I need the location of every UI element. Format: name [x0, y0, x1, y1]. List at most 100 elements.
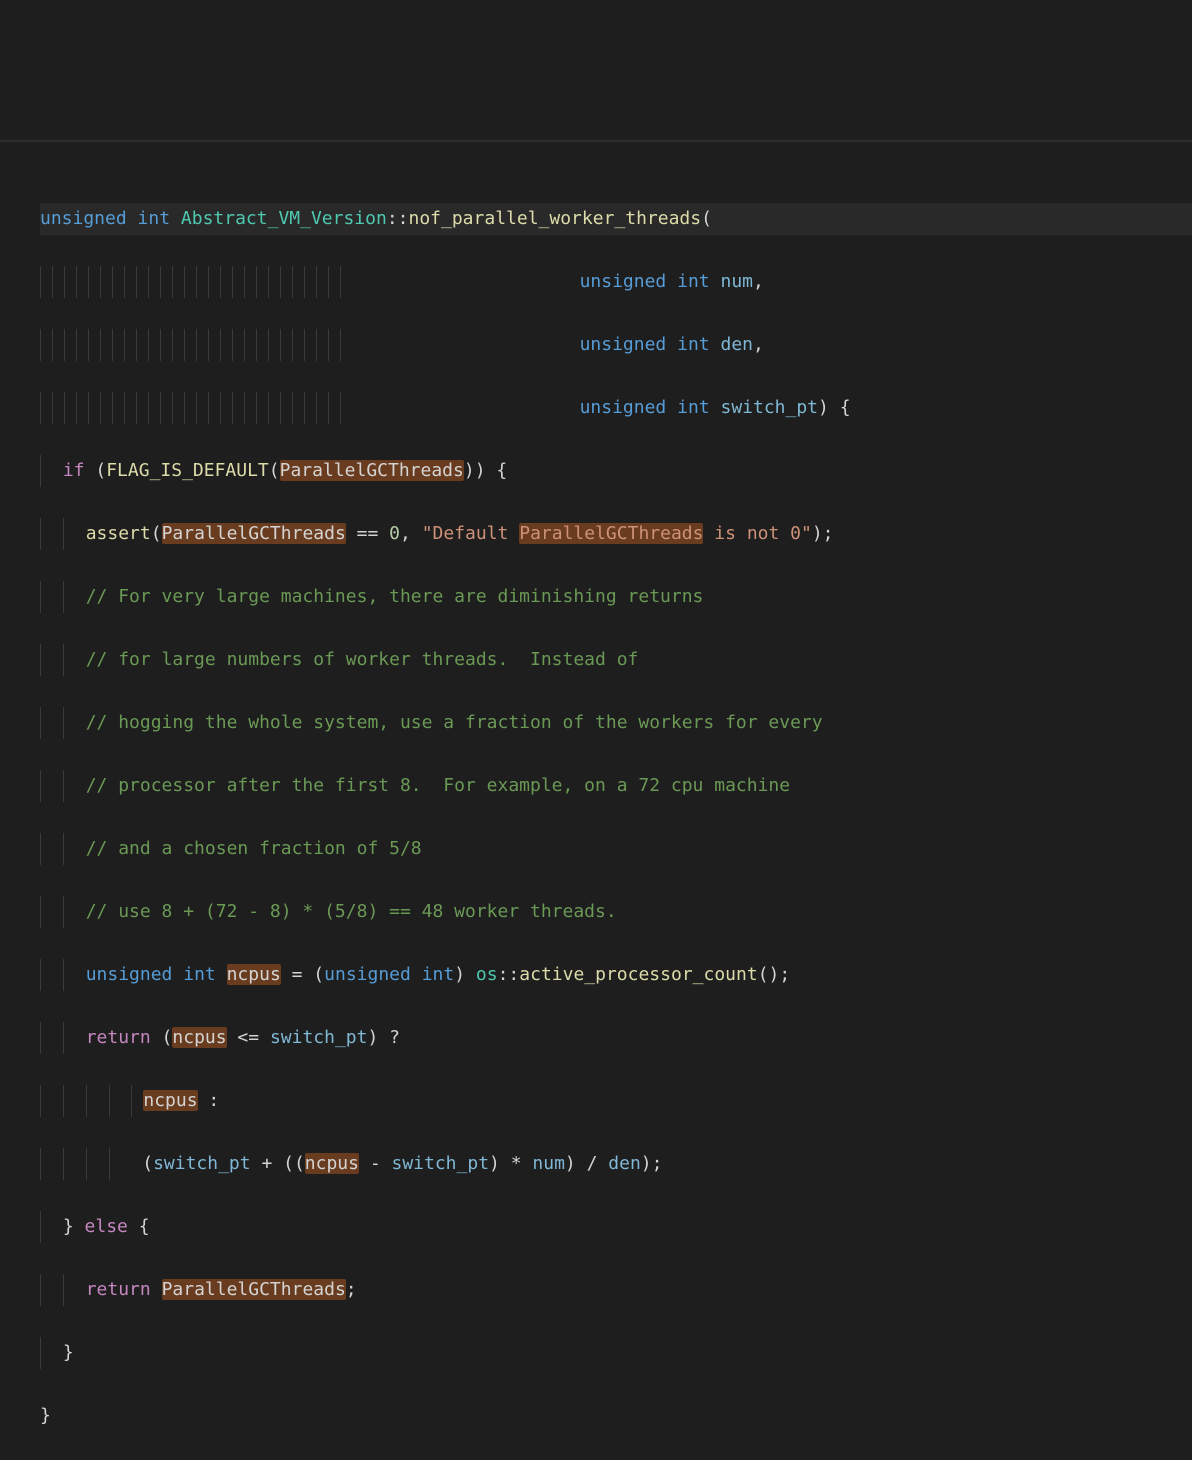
keyword-else: else [85, 1216, 128, 1237]
keyword-return: return [86, 1279, 151, 1300]
brace-close: } [63, 1216, 85, 1237]
code-line[interactable]: // hogging the whole system, use a fract… [40, 707, 1192, 739]
macro-call: FLAG_IS_DEFAULT [106, 460, 269, 481]
div: ) / [565, 1153, 608, 1174]
param-switch-pt: switch_pt [720, 397, 818, 418]
var-ncpus: ncpus [143, 1090, 197, 1111]
paren-open: ( [142, 1153, 153, 1174]
string-part: "Default [422, 523, 520, 544]
code-line[interactable]: // processor after the first 8. For exam… [40, 770, 1192, 802]
code-line[interactable]: unsigned int num, [40, 266, 1192, 298]
keyword-int: int [677, 271, 710, 292]
paren-close: ) [464, 460, 475, 481]
code-line[interactable]: unsigned int Abstract_VM_Version::nof_pa… [40, 203, 1192, 235]
code-line[interactable]: assert(ParallelGCThreads == 0, "Default … [40, 518, 1192, 550]
keyword-int: int [677, 397, 710, 418]
code-line[interactable]: (switch_pt + ((ncpus - switch_pt) * num)… [40, 1148, 1192, 1180]
scope-op: :: [498, 964, 520, 985]
param-switch-pt: switch_pt [392, 1153, 490, 1174]
code-line[interactable]: unsigned int switch_pt) { [40, 392, 1192, 424]
le-op: <= [227, 1027, 270, 1048]
keyword-int: int [677, 334, 710, 355]
brace-open: { [829, 397, 851, 418]
close: ); [812, 523, 834, 544]
code-line[interactable]: unsigned int den, [40, 329, 1192, 361]
code-line[interactable]: if (FLAG_IS_DEFAULT(ParallelGCThreads)) … [40, 455, 1192, 487]
comment: // For very large machines, there are di… [86, 586, 704, 607]
param-switch-pt: switch_pt [153, 1153, 251, 1174]
string-highlighted: ParallelGCThreads [519, 523, 703, 544]
string-part: is not 0" [703, 523, 811, 544]
call-close: (); [758, 964, 791, 985]
comment: // for large numbers of worker threads. … [86, 649, 639, 670]
var-ncpus: ncpus [172, 1027, 226, 1048]
code-line[interactable]: // For very large machines, there are di… [40, 581, 1192, 613]
code-line[interactable]: // and a chosen fraction of 5/8 [40, 833, 1192, 865]
keyword-if: if [63, 460, 85, 481]
keyword-int: int [183, 964, 216, 985]
keyword-unsigned: unsigned [580, 334, 667, 355]
brace-open: { [486, 460, 508, 481]
keyword-unsigned: unsigned [86, 964, 173, 985]
param-num: num [720, 271, 753, 292]
scope-op: :: [387, 208, 409, 229]
paren-open: ( [85, 460, 107, 481]
param-num: num [532, 1153, 565, 1174]
keyword-unsigned: unsigned [580, 271, 667, 292]
eq: = ( [281, 964, 324, 985]
var-return: ParallelGCThreads [162, 1279, 346, 1300]
comma: , [753, 271, 764, 292]
colon: : [198, 1090, 220, 1111]
literal-zero: 0 [389, 523, 400, 544]
code-editor[interactable]: unsigned int Abstract_VM_Version::nof_pa… [40, 140, 1192, 1460]
code-line[interactable]: // use 8 + (72 - 8) * (5/8) == 48 worker… [40, 896, 1192, 928]
eq-op: == [346, 523, 389, 544]
assert-call: assert [86, 523, 151, 544]
comma: , [400, 523, 422, 544]
function-call: active_processor_count [519, 964, 757, 985]
comma: , [753, 334, 764, 355]
code-line[interactable]: // for large numbers of worker threads. … [40, 644, 1192, 676]
brace-close: } [63, 1342, 74, 1363]
keyword-int: int [422, 964, 455, 985]
keyword-return: return [86, 1027, 151, 1048]
comment: // use 8 + (72 - 8) * (5/8) == 48 worker… [86, 901, 617, 922]
paren-open: ( [701, 208, 712, 229]
paren-close: ) [475, 460, 486, 481]
param-den: den [608, 1153, 641, 1174]
class-name: Abstract_VM_Version [181, 208, 387, 229]
mul: ) * [489, 1153, 532, 1174]
param-den: den [720, 334, 753, 355]
code-line[interactable]: return ParallelGCThreads; [40, 1274, 1192, 1306]
keyword-unsigned: unsigned [40, 208, 127, 229]
code-line[interactable]: } [40, 1337, 1192, 1369]
plus: + (( [251, 1153, 305, 1174]
code-line[interactable]: unsigned int ncpus = (unsigned int) os::… [40, 959, 1192, 991]
paren-close: ) [818, 397, 829, 418]
assert-arg: ParallelGCThreads [162, 523, 346, 544]
code-line[interactable]: return (ncpus <= switch_pt) ? [40, 1022, 1192, 1054]
macro-arg: ParallelGCThreads [280, 460, 464, 481]
brace-open: { [128, 1216, 150, 1237]
code-line[interactable]: ncpus : [40, 1085, 1192, 1117]
paren-open: ( [151, 1027, 173, 1048]
paren-open: ( [269, 460, 280, 481]
editor-top-border [0, 140, 1192, 142]
keyword-unsigned: unsigned [580, 397, 667, 418]
code-line[interactable]: } [40, 1400, 1192, 1432]
brace-close: } [40, 1405, 51, 1426]
class-os: os [476, 964, 498, 985]
function-name: nof_parallel_worker_threads [409, 208, 702, 229]
var-ncpus: ncpus [305, 1153, 359, 1174]
paren-open: ( [151, 523, 162, 544]
comment: // and a chosen fraction of 5/8 [86, 838, 422, 859]
ternary: ) ? [368, 1027, 401, 1048]
keyword-int: int [138, 208, 171, 229]
param-switch-pt: switch_pt [270, 1027, 368, 1048]
var-ncpus: ncpus [227, 964, 281, 985]
comment: // processor after the first 8. For exam… [86, 775, 790, 796]
space [151, 1279, 162, 1300]
close: ); [641, 1153, 663, 1174]
keyword-unsigned: unsigned [324, 964, 411, 985]
code-line[interactable]: } else { [40, 1211, 1192, 1243]
